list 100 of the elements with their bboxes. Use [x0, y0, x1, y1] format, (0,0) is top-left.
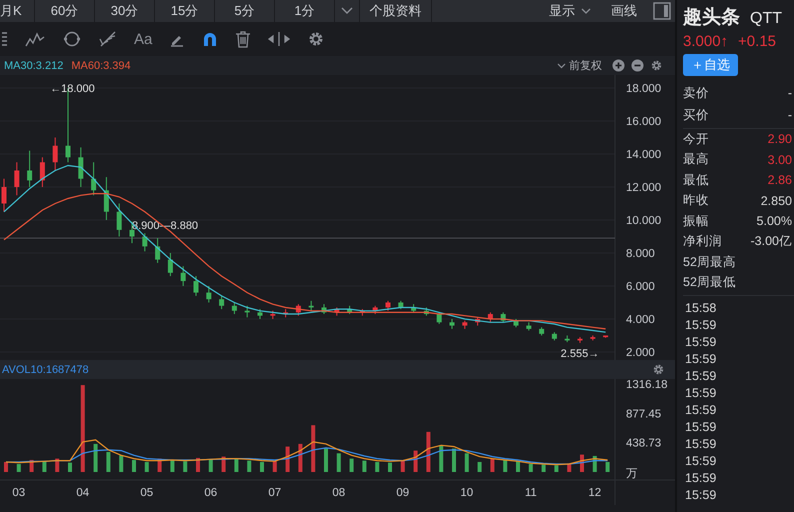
grip-icon: [2, 31, 8, 47]
stock-symbol: QTT: [750, 10, 782, 28]
volume-bar: [94, 444, 98, 472]
volume-bar: [247, 460, 252, 472]
volume-bar: [4, 462, 8, 472]
candlestick: [450, 318, 454, 330]
price-axis-label: 14.000: [626, 149, 662, 161]
candlestick: [488, 312, 493, 323]
volume-bar: [528, 464, 533, 472]
candlestick: [27, 150, 32, 188]
panel-toggle-icon[interactable]: [653, 2, 671, 20]
volume-bar: [567, 463, 572, 472]
volume-bar: [16, 464, 21, 472]
month-axis-label: 04: [76, 487, 90, 499]
volume-unit-label: 万: [626, 468, 638, 480]
candlestick: [194, 276, 198, 296]
zigzag-icon: [25, 31, 45, 47]
volume-bar: [350, 458, 354, 472]
quote-label: 卖价: [683, 84, 709, 102]
stock-price: 3.000↑: [683, 33, 728, 50]
period-tab[interactable]: 月K: [0, 0, 35, 22]
volume-bar: [439, 445, 444, 472]
grip-tool[interactable]: [0, 31, 10, 47]
volume-bar: [286, 446, 290, 472]
circle-icon: [62, 31, 82, 47]
trade-time: 15:59: [685, 351, 718, 368]
volume-bar: [503, 460, 508, 472]
draw-line-button[interactable]: 画线: [601, 0, 647, 22]
volume-bar: [414, 450, 418, 472]
candlestick: [372, 305, 378, 315]
candlestick: [52, 137, 58, 171]
month-axis-label: 10: [460, 487, 474, 499]
volume-bar: [260, 462, 264, 472]
settings-icon[interactable]: [650, 59, 663, 72]
price-axis-label: 12.000: [626, 182, 662, 194]
volume-bar: [42, 461, 46, 472]
fan-lines-icon: [99, 31, 117, 47]
volume-bar: [222, 456, 226, 472]
quote-label: 今开: [683, 130, 709, 148]
volume-bar: [554, 465, 558, 472]
quote-label: 52周最低: [683, 274, 736, 292]
candlestick: [539, 326, 544, 336]
chevron-down-icon: [341, 7, 353, 15]
stock-name: 趣头条: [683, 6, 740, 30]
settings-icon[interactable]: [652, 363, 665, 376]
candlestick: [180, 266, 186, 286]
trade-time: 15:59: [685, 385, 718, 402]
trash-icon: [235, 30, 252, 48]
volume-bar: [375, 462, 380, 472]
display-menu[interactable]: 显示: [539, 0, 601, 22]
month-axis-label: 09: [396, 487, 410, 499]
volume-axis-label: 1316.18: [626, 379, 668, 391]
volume-bar: [606, 462, 610, 472]
volume-bar: [234, 458, 238, 472]
quote-value: -3.00亿: [750, 233, 792, 250]
ma-legend-label: MA60:3.394: [71, 60, 131, 72]
candlestick: [155, 238, 160, 264]
candlestick: [14, 162, 20, 196]
trade-time: 15:59: [685, 436, 718, 453]
zigzag-tool[interactable]: [23, 31, 47, 47]
candlestick: [578, 336, 582, 344]
volume-bar: [516, 461, 520, 472]
candlestick: [322, 304, 326, 315]
candlestick: [232, 302, 237, 315]
candlestick: [462, 320, 468, 330]
magnet-icon: [202, 31, 218, 47]
candlestick: [206, 286, 212, 303]
volume-bar: [272, 461, 277, 472]
volume-bar: [68, 462, 72, 472]
quote-label: 振幅: [683, 212, 709, 230]
volume-bar: [158, 458, 162, 472]
zoom-in-icon[interactable]: [612, 59, 625, 72]
text-tool[interactable]: Aa: [132, 30, 154, 48]
candlestick: [116, 203, 122, 237]
quote-label: 52周最高: [683, 254, 736, 271]
volume-bar: [388, 462, 392, 472]
candlestick: [386, 300, 390, 312]
move-tool[interactable]: [266, 31, 292, 47]
quote-label: 买价: [683, 106, 709, 124]
trade-time: 15:59: [685, 453, 718, 470]
candlestick: [168, 252, 173, 277]
trade-time: 15:59: [685, 487, 718, 504]
candlestick: [40, 156, 45, 188]
price-change: +0.15: [738, 33, 776, 50]
volume-bar: [196, 458, 200, 472]
volume-bar: [490, 458, 494, 472]
candlestick: [78, 146, 84, 188]
candlestick: [104, 176, 109, 220]
candlestick: [296, 304, 301, 316]
quote-value: 2.90: [768, 132, 792, 146]
month-axis-label: 03: [12, 487, 26, 499]
price-axis-label: 8.000: [626, 248, 655, 260]
candlestick: [424, 306, 429, 316]
volume-bar: [30, 460, 34, 472]
month-axis-label: 08: [332, 487, 346, 499]
volume-bar: [426, 432, 430, 472]
zoom-out-icon[interactable]: [631, 59, 644, 72]
adjust-dropdown[interactable]: 前复权: [553, 58, 606, 73]
trade-time: 15:59: [685, 419, 718, 436]
quote-value: -: [788, 108, 792, 122]
